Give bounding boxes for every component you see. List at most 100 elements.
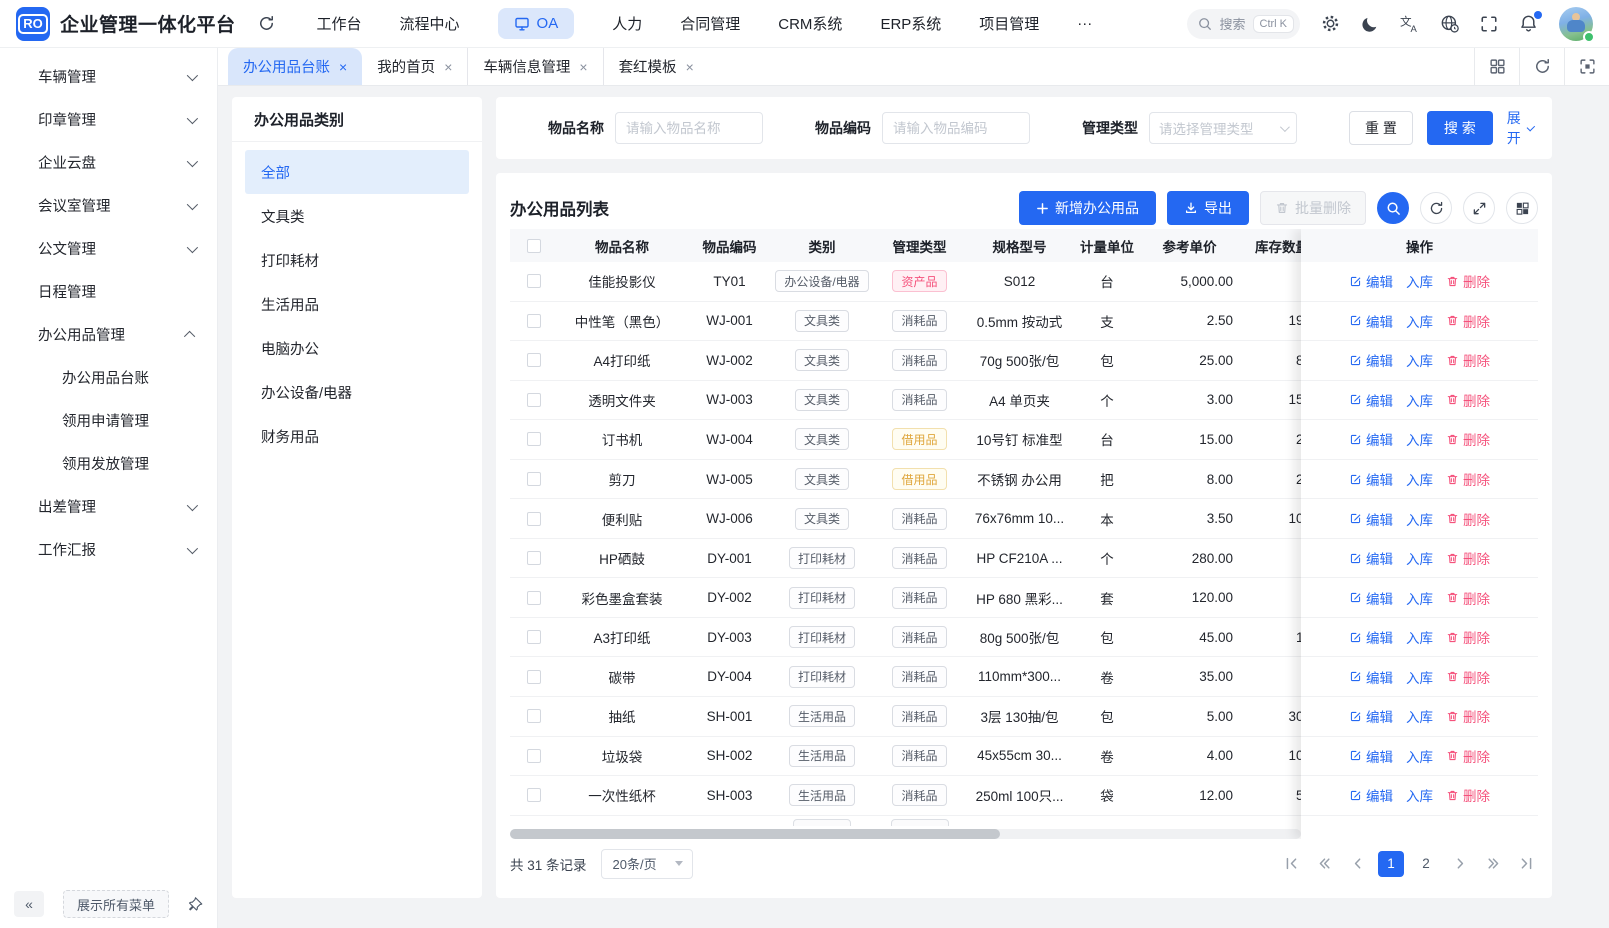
row-checkbox[interactable] <box>527 551 541 565</box>
row-checkbox[interactable] <box>527 472 541 486</box>
fullscreen-table-icon[interactable] <box>1463 192 1495 224</box>
sidebar-item[interactable]: 办公用品管理 <box>0 313 217 356</box>
delete-button[interactable]: 删除 <box>1446 390 1490 410</box>
row-checkbox[interactable] <box>527 630 541 644</box>
nav-item[interactable]: ··· <box>1077 15 1092 32</box>
sidebar-item[interactable]: 车辆管理 <box>0 55 217 98</box>
sidebar-item[interactable]: 工作汇报 <box>0 528 217 571</box>
delete-button[interactable]: 删除 <box>1446 667 1490 687</box>
mgmt-type-select[interactable]: 请选择管理类型 <box>1149 112 1297 144</box>
edit-button[interactable]: 编辑 <box>1349 469 1393 489</box>
row-checkbox[interactable] <box>527 670 541 684</box>
sidebar-item[interactable]: 会议室管理 <box>0 184 217 227</box>
sidebar-item[interactable]: 领用申请管理 <box>0 399 217 442</box>
export-button[interactable]: 导出 <box>1167 191 1249 225</box>
sidebar-item[interactable]: 印章管理 <box>0 98 217 141</box>
translate-icon[interactable]: 文A <box>1400 14 1419 33</box>
category-item[interactable]: 电脑办公 <box>245 326 469 370</box>
page-tab[interactable]: 车辆信息管理 × <box>467 48 602 85</box>
next-jump-button[interactable] <box>1481 852 1505 876</box>
edit-button[interactable]: 编辑 <box>1349 588 1393 608</box>
row-checkbox[interactable] <box>527 314 541 328</box>
nav-item[interactable]: 人力 <box>612 13 642 34</box>
stock-in-button[interactable]: 入库 <box>1406 429 1433 449</box>
delete-button[interactable]: 删除 <box>1446 509 1490 529</box>
sidebar-item[interactable]: 日程管理 <box>0 270 217 313</box>
edit-button[interactable]: 编辑 <box>1349 429 1393 449</box>
maximize-content-icon[interactable] <box>1564 48 1609 85</box>
edit-button[interactable]: 编辑 <box>1349 746 1393 766</box>
edit-button[interactable]: 编辑 <box>1349 390 1393 410</box>
notifications-bell-icon[interactable] <box>1519 14 1538 33</box>
close-icon[interactable]: × <box>579 60 587 74</box>
delete-button[interactable]: 删除 <box>1446 627 1490 647</box>
edit-button[interactable]: 编辑 <box>1349 706 1393 726</box>
select-all-checkbox[interactable] <box>527 239 541 253</box>
category-item[interactable]: 办公设备/电器 <box>245 370 469 414</box>
prev-jump-button[interactable] <box>1312 852 1336 876</box>
stock-in-button[interactable]: 入库 <box>1406 271 1433 291</box>
nav-item[interactable]: ERP系统 <box>880 13 941 34</box>
edit-button[interactable]: 编辑 <box>1349 785 1393 805</box>
close-icon[interactable]: × <box>686 60 694 74</box>
delete-button[interactable]: 删除 <box>1446 746 1490 766</box>
delete-button[interactable]: 删除 <box>1446 350 1490 370</box>
row-checkbox[interactable] <box>527 591 541 605</box>
search-toggle-icon[interactable] <box>1377 192 1409 224</box>
delete-button[interactable]: 删除 <box>1446 588 1490 608</box>
edit-button[interactable]: 编辑 <box>1349 509 1393 529</box>
row-checkbox[interactable] <box>527 353 541 367</box>
collapse-sidebar-button[interactable]: « <box>14 891 44 917</box>
page-tab[interactable]: 套红模板 × <box>603 48 709 85</box>
stock-in-button[interactable]: 入库 <box>1406 390 1433 410</box>
row-checkbox[interactable] <box>527 432 541 446</box>
item-code-input[interactable] <box>882 112 1030 144</box>
page-size-select[interactable]: 20条/页 <box>601 849 693 879</box>
prev-page-button[interactable] <box>1345 852 1369 876</box>
nav-item[interactable]: 项目管理 <box>979 13 1039 34</box>
nav-item[interactable]: 流程中心 <box>400 13 460 34</box>
item-name-input[interactable] <box>615 112 763 144</box>
category-item[interactable]: 打印耗材 <box>245 238 469 282</box>
first-page-button[interactable] <box>1279 852 1303 876</box>
last-page-button[interactable] <box>1514 852 1538 876</box>
language-globe-icon[interactable] <box>1440 14 1459 33</box>
row-checkbox[interactable] <box>527 788 541 802</box>
stock-in-button[interactable]: 入库 <box>1406 785 1433 805</box>
edit-button[interactable]: 编辑 <box>1349 350 1393 370</box>
row-checkbox[interactable] <box>527 512 541 526</box>
user-avatar[interactable] <box>1559 7 1593 41</box>
search-button[interactable]: 搜 索 <box>1427 111 1493 145</box>
close-icon[interactable]: × <box>444 60 452 74</box>
nav-item[interactable]: OA <box>498 8 575 39</box>
sidebar-item[interactable]: 领用发放管理 <box>0 442 217 485</box>
category-item[interactable]: 财务用品 <box>245 414 469 458</box>
scrollbar-thumb[interactable] <box>510 829 1000 839</box>
stock-in-button[interactable]: 入库 <box>1406 746 1433 766</box>
row-checkbox[interactable] <box>527 749 541 763</box>
pin-icon[interactable] <box>188 897 203 912</box>
close-icon[interactable]: × <box>339 60 347 74</box>
stock-in-button[interactable]: 入库 <box>1406 469 1433 489</box>
category-item[interactable]: 全部 <box>245 150 469 194</box>
refresh-list-icon[interactable] <box>1420 192 1452 224</box>
delete-button[interactable]: 删除 <box>1446 785 1490 805</box>
app-logo[interactable]: RO <box>16 7 50 41</box>
batch-delete-button[interactable]: 批量删除 <box>1260 191 1366 225</box>
edit-button[interactable]: 编辑 <box>1349 311 1393 331</box>
row-checkbox[interactable] <box>527 274 541 288</box>
nav-item[interactable]: 合同管理 <box>680 13 740 34</box>
delete-button[interactable]: 删除 <box>1446 548 1490 568</box>
stock-in-button[interactable]: 入库 <box>1406 311 1433 331</box>
expand-filters-link[interactable]: 展开 <box>1507 108 1532 148</box>
category-item[interactable]: 文具类 <box>245 194 469 238</box>
page-tab[interactable]: 办公用品台账 × <box>228 48 362 85</box>
stock-in-button[interactable]: 入库 <box>1406 350 1433 370</box>
sidebar-item[interactable]: 出差管理 <box>0 485 217 528</box>
stock-in-button[interactable]: 入库 <box>1406 548 1433 568</box>
category-item[interactable]: 生活用品 <box>245 282 469 326</box>
page-number-button[interactable]: 2 <box>1413 851 1439 877</box>
stock-in-button[interactable]: 入库 <box>1406 667 1433 687</box>
stock-in-button[interactable]: 入库 <box>1406 627 1433 647</box>
row-checkbox[interactable] <box>527 709 541 723</box>
